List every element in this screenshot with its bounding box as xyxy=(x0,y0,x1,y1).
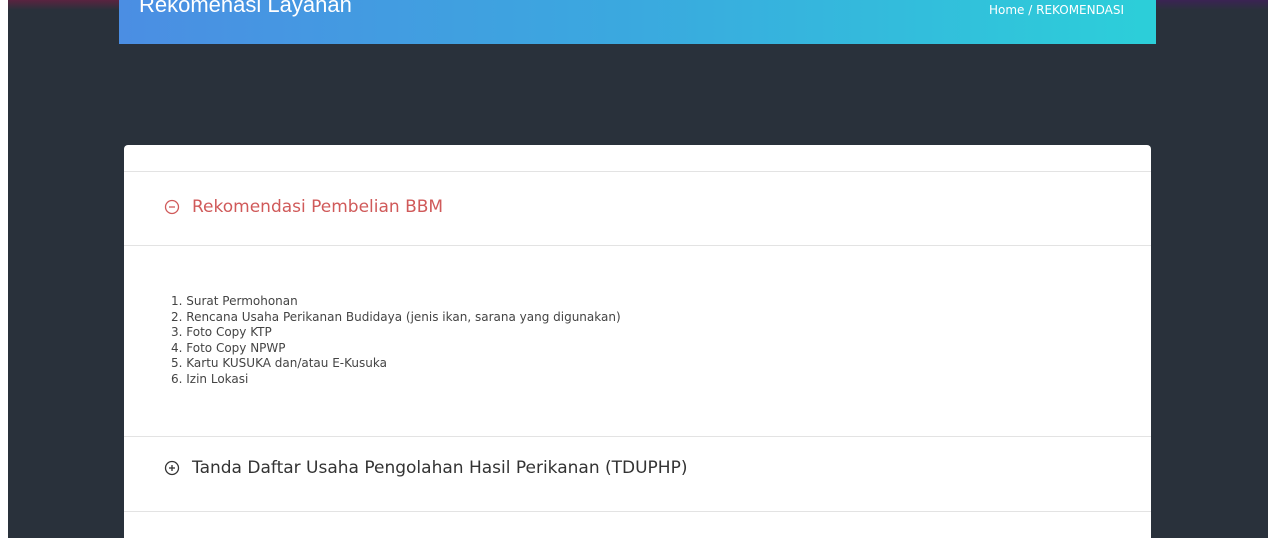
minus-circle-icon xyxy=(164,199,180,215)
accordion-item-tduphp[interactable]: Tanda Daftar Usaha Pengolahan Hasil Peri… xyxy=(164,458,687,478)
requirements-list: 1. Surat Permohonan 2. Rencana Usaha Per… xyxy=(171,294,621,387)
top-accent-right xyxy=(1156,0,1268,10)
accordion-card: Rekomendasi Pembelian BBM 1. Surat Permo… xyxy=(124,145,1151,545)
list-item: 2. Rencana Usaha Perikanan Budidaya (jen… xyxy=(171,309,621,324)
accordion-title: Tanda Daftar Usaha Pengolahan Hasil Peri… xyxy=(192,458,688,478)
list-item: 4. Foto Copy NPWP xyxy=(171,340,286,355)
plus-circle-icon xyxy=(164,460,180,476)
accordion-item-rekomendasi-bbm[interactable]: Rekomendasi Pembelian BBM xyxy=(164,197,443,217)
divider xyxy=(124,511,1151,512)
breadcrumb-current: REKOMENDASI xyxy=(1036,3,1124,17)
divider xyxy=(124,171,1151,172)
page-title: Rekomenasi Layanan xyxy=(139,0,352,17)
list-item: 5. Kartu KUSUKA dan/atau E-Kusuka xyxy=(171,356,387,370)
accordion-title: Rekomendasi Pembelian BBM xyxy=(192,197,444,217)
list-item: 6. Izin Lokasi xyxy=(171,371,249,386)
divider xyxy=(124,436,1151,437)
page: Rekomenasi Layanan Home / REKOMENDASI Re… xyxy=(0,0,1268,545)
breadcrumb: Home / REKOMENDASI xyxy=(989,3,1124,17)
list-item: 3. Foto Copy KTP xyxy=(171,325,272,339)
divider xyxy=(124,245,1151,246)
list-item: 1. Surat Permohonan xyxy=(171,294,298,308)
top-accent-left xyxy=(8,0,120,10)
page-header-banner: Rekomenasi Layanan Home / REKOMENDASI xyxy=(119,0,1156,44)
breadcrumb-separator: / xyxy=(1028,3,1033,17)
breadcrumb-home-link[interactable]: Home xyxy=(989,3,1024,17)
